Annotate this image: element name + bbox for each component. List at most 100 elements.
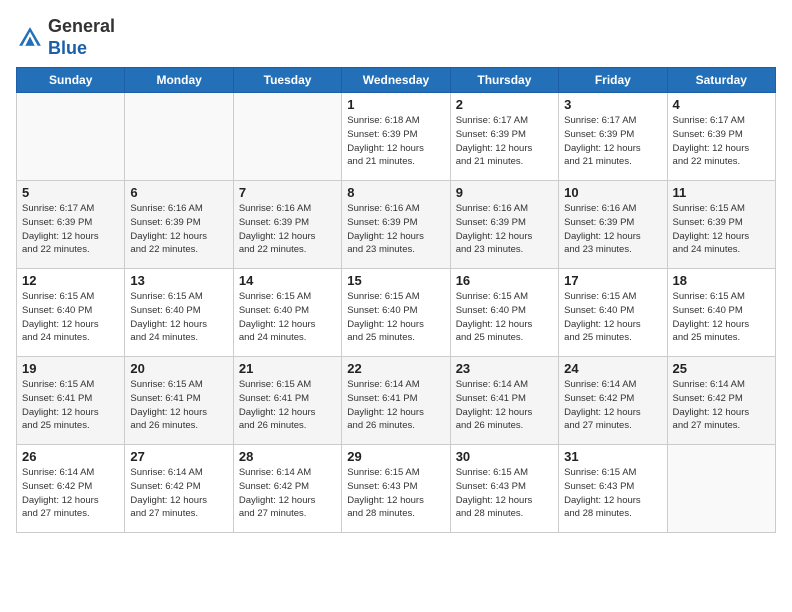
calendar-table: SundayMondayTuesdayWednesdayThursdayFrid… xyxy=(16,67,776,533)
day-header-sunday: Sunday xyxy=(17,68,125,93)
day-info: Sunrise: 6:17 AM Sunset: 6:39 PM Dayligh… xyxy=(673,114,770,169)
day-number: 19 xyxy=(22,361,119,376)
calendar-cell: 17Sunrise: 6:15 AM Sunset: 6:40 PM Dayli… xyxy=(559,269,667,357)
calendar-cell xyxy=(17,93,125,181)
day-number: 24 xyxy=(564,361,661,376)
calendar-cell: 6 Sunrise: 6:16 AM Sunset: 6:39 PM Daylig… xyxy=(125,181,233,269)
day-info: Sunrise: 6:15 AM Sunset: 6:40 PM Dayligh… xyxy=(22,290,119,345)
day-info: Sunrise: 6:14 AM Sunset: 6:42 PM Dayligh… xyxy=(130,466,227,521)
day-info: Sunrise: 6:14 AM Sunset: 6:42 PM Dayligh… xyxy=(673,378,770,433)
day-info: Sunrise: 6:16 AM Sunset: 6:39 PM Dayligh… xyxy=(456,202,553,257)
calendar-week-row: 1 Sunrise: 6:18 AM Sunset: 6:39 PM Daylig… xyxy=(17,93,776,181)
day-number: 9 xyxy=(456,185,553,200)
day-info: Sunrise: 6:14 AM Sunset: 6:41 PM Dayligh… xyxy=(347,378,444,433)
day-info: Sunrise: 6:15 AM Sunset: 6:41 PM Dayligh… xyxy=(22,378,119,433)
day-number: 23 xyxy=(456,361,553,376)
calendar-week-row: 12 Sunrise: 6:15 AM Sunset: 6:40 PM Dayli… xyxy=(17,269,776,357)
day-header-friday: Friday xyxy=(559,68,667,93)
calendar-week-row: 19 Sunrise: 6:15 AM Sunset: 6:41 PM Dayli… xyxy=(17,357,776,445)
day-number: 26 xyxy=(22,449,119,464)
day-info: Sunrise: 6:15 AM Sunset: 6:40 PM Dayligh… xyxy=(347,290,444,345)
page-header: General Blue xyxy=(16,16,776,59)
calendar-cell: 22 Sunrise: 6:14 AM Sunset: 6:41 PM Dayli… xyxy=(342,357,450,445)
calendar-cell xyxy=(125,93,233,181)
calendar-cell: 26Sunrise: 6:14 AM Sunset: 6:42 PM Dayli… xyxy=(17,445,125,533)
day-info: Sunrise: 6:14 AM Sunset: 6:42 PM Dayligh… xyxy=(239,466,336,521)
calendar-cell: 24 Sunrise: 6:14 AM Sunset: 6:42 PM Dayli… xyxy=(559,357,667,445)
day-header-monday: Monday xyxy=(125,68,233,93)
calendar-cell: 18 Sunrise: 6:15 AM Sunset: 6:40 PM Dayli… xyxy=(667,269,775,357)
calendar-week-row: 26 Sunrise: 6:14 AM Sunset: 6:42 PM Dayli… xyxy=(17,445,776,533)
day-info: Sunrise: 6:16 AM Sunset: 6:39 PM Dayligh… xyxy=(347,202,444,257)
day-header-tuesday: Tuesday xyxy=(233,68,341,93)
day-info: Sunrise: 6:15 AM Sunset: 6:43 PM Dayligh… xyxy=(456,466,553,521)
calendar-cell: 7 Sunrise: 6:16 AM Sunset: 6:39 PM Daylig… xyxy=(233,181,341,269)
calendar-cell: 14Sunrise: 6:15 AM Sunset: 6:40 PM Dayli… xyxy=(233,269,341,357)
logo-general-text: General xyxy=(48,16,115,36)
day-info: Sunrise: 6:15 AM Sunset: 6:40 PM Dayligh… xyxy=(673,290,770,345)
day-number: 1 xyxy=(347,97,444,112)
day-info: Sunrise: 6:15 AM Sunset: 6:40 PM Dayligh… xyxy=(130,290,227,345)
day-info: Sunrise: 6:16 AM Sunset: 6:39 PM Dayligh… xyxy=(239,202,336,257)
day-info: Sunrise: 6:16 AM Sunset: 6:39 PM Dayligh… xyxy=(564,202,661,257)
calendar-cell: 27 Sunrise: 6:14 AM Sunset: 6:42 PM Dayli… xyxy=(125,445,233,533)
calendar-cell: 2Sunrise: 6:17 AM Sunset: 6:39 PM Daylig… xyxy=(450,93,558,181)
day-number: 25 xyxy=(673,361,770,376)
calendar-cell: 19 Sunrise: 6:15 AM Sunset: 6:41 PM Dayli… xyxy=(17,357,125,445)
day-info: Sunrise: 6:15 AM Sunset: 6:43 PM Dayligh… xyxy=(564,466,661,521)
day-info: Sunrise: 6:15 AM Sunset: 6:41 PM Dayligh… xyxy=(130,378,227,433)
day-header-saturday: Saturday xyxy=(667,68,775,93)
day-info: Sunrise: 6:18 AM Sunset: 6:39 PM Dayligh… xyxy=(347,114,444,169)
calendar-cell: 23 Sunrise: 6:14 AM Sunset: 6:41 PM Dayli… xyxy=(450,357,558,445)
day-number: 31 xyxy=(564,449,661,464)
day-number: 28 xyxy=(239,449,336,464)
day-number: 16 xyxy=(456,273,553,288)
day-number: 7 xyxy=(239,185,336,200)
day-header-thursday: Thursday xyxy=(450,68,558,93)
day-info: Sunrise: 6:14 AM Sunset: 6:42 PM Dayligh… xyxy=(564,378,661,433)
day-info: Sunrise: 6:17 AM Sunset: 6:39 PM Dayligh… xyxy=(456,114,553,169)
calendar-cell: 21Sunrise: 6:15 AM Sunset: 6:41 PM Dayli… xyxy=(233,357,341,445)
calendar-cell: 11 Sunrise: 6:15 AM Sunset: 6:39 PM Dayli… xyxy=(667,181,775,269)
calendar-cell: 25 Sunrise: 6:14 AM Sunset: 6:42 PM Dayli… xyxy=(667,357,775,445)
day-number: 14 xyxy=(239,273,336,288)
logo: General Blue xyxy=(16,16,115,59)
day-number: 20 xyxy=(130,361,227,376)
calendar-cell: 10 Sunrise: 6:16 AM Sunset: 6:39 PM Dayli… xyxy=(559,181,667,269)
day-number: 4 xyxy=(673,97,770,112)
day-info: Sunrise: 6:15 AM Sunset: 6:39 PM Dayligh… xyxy=(673,202,770,257)
day-number: 13 xyxy=(130,273,227,288)
calendar-cell: 20 Sunrise: 6:15 AM Sunset: 6:41 PM Dayli… xyxy=(125,357,233,445)
calendar-cell xyxy=(667,445,775,533)
calendar-cell: 16 Sunrise: 6:15 AM Sunset: 6:40 PM Dayli… xyxy=(450,269,558,357)
day-number: 6 xyxy=(130,185,227,200)
calendar-cell: 13 Sunrise: 6:15 AM Sunset: 6:40 PM Dayli… xyxy=(125,269,233,357)
day-number: 11 xyxy=(673,185,770,200)
day-info: Sunrise: 6:14 AM Sunset: 6:41 PM Dayligh… xyxy=(456,378,553,433)
day-info: Sunrise: 6:15 AM Sunset: 6:40 PM Dayligh… xyxy=(456,290,553,345)
day-number: 12 xyxy=(22,273,119,288)
calendar-cell: 28 Sunrise: 6:14 AM Sunset: 6:42 PM Dayli… xyxy=(233,445,341,533)
day-info: Sunrise: 6:17 AM Sunset: 6:39 PM Dayligh… xyxy=(564,114,661,169)
calendar-cell: 29Sunrise: 6:15 AM Sunset: 6:43 PM Dayli… xyxy=(342,445,450,533)
day-info: Sunrise: 6:15 AM Sunset: 6:43 PM Dayligh… xyxy=(347,466,444,521)
day-info: Sunrise: 6:15 AM Sunset: 6:40 PM Dayligh… xyxy=(564,290,661,345)
day-number: 22 xyxy=(347,361,444,376)
day-number: 5 xyxy=(22,185,119,200)
day-info: Sunrise: 6:17 AM Sunset: 6:39 PM Dayligh… xyxy=(22,202,119,257)
day-number: 27 xyxy=(130,449,227,464)
calendar-cell: 15 Sunrise: 6:15 AM Sunset: 6:40 PM Dayli… xyxy=(342,269,450,357)
calendar-cell: 5 Sunrise: 6:17 AM Sunset: 6:39 PM Daylig… xyxy=(17,181,125,269)
day-number: 18 xyxy=(673,273,770,288)
calendar-cell: 8 Sunrise: 6:16 AM Sunset: 6:39 PM Daylig… xyxy=(342,181,450,269)
calendar-week-row: 5 Sunrise: 6:17 AM Sunset: 6:39 PM Daylig… xyxy=(17,181,776,269)
calendar-cell: 9 Sunrise: 6:16 AM Sunset: 6:39 PM Daylig… xyxy=(450,181,558,269)
day-number: 15 xyxy=(347,273,444,288)
day-number: 10 xyxy=(564,185,661,200)
day-number: 30 xyxy=(456,449,553,464)
day-header-wednesday: Wednesday xyxy=(342,68,450,93)
calendar-cell: 31 Sunrise: 6:15 AM Sunset: 6:43 PM Dayli… xyxy=(559,445,667,533)
day-info: Sunrise: 6:16 AM Sunset: 6:39 PM Dayligh… xyxy=(130,202,227,257)
calendar-cell: 3Sunrise: 6:17 AM Sunset: 6:39 PM Daylig… xyxy=(559,93,667,181)
day-number: 8 xyxy=(347,185,444,200)
